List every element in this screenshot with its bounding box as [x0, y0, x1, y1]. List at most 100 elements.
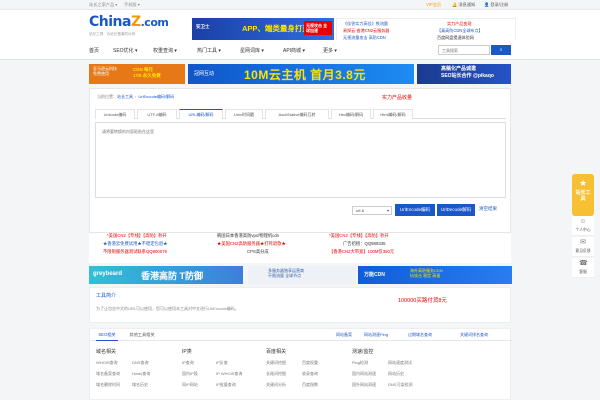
col-item[interactable]: 关键词挖掘	[266, 360, 286, 366]
header-link-1[interactable]: 《佳答实力高佳》铁流量	[343, 21, 388, 27]
login-link[interactable]: 👤 登录/注册	[484, 2, 508, 8]
header-link-3[interactable]: 易探云·香港CN2云服务器	[343, 28, 389, 34]
col-item[interactable]: IP WHOIS查询	[216, 371, 242, 377]
col-item[interactable]: 同IP网站	[182, 382, 198, 388]
toolbox-badge[interactable]: ★ 站长工具	[572, 174, 594, 216]
vip-link[interactable]: VIP会员	[426, 2, 441, 8]
col-item[interactable]: 域名删除时间	[96, 382, 120, 388]
col-item[interactable]: 国内网站测速	[352, 371, 376, 377]
tab-url[interactable]: URL编码/解码	[179, 109, 223, 119]
header-ad[interactable]: 安卫士 APP、端类量身打造 无视攻击 全球加速	[192, 18, 334, 41]
col-item[interactable]: 域名历史	[132, 382, 148, 388]
float-service[interactable]: ☎ 客服	[572, 258, 594, 278]
ad-link-2[interactable]: 韩国日本香港高防vps/物理机cdn	[217, 233, 279, 239]
banner-server-text: 多服务器独享运营商 不限流量 全球节点	[268, 268, 304, 278]
messages-link[interactable]: 🔔 消息通知	[452, 2, 475, 8]
intro-ad[interactable]: 100000买路付货8元	[398, 296, 447, 304]
banner-aws-line2: 免费使用	[93, 71, 109, 76]
mobile-menu[interactable]: 手机版 ▾	[124, 2, 140, 8]
banner-seo-line1: 高稿化产品诚邀	[441, 66, 477, 72]
ad-link-9[interactable]: 【香港CN2大带宽】100M仅350元	[329, 249, 394, 255]
col-item[interactable]: 关键词分析	[266, 382, 286, 388]
breadcrumb: 当前位置：站长工具 › UrlEncode编码/解码	[97, 94, 175, 99]
nav-wordbank[interactable]: 星网词库 ▾	[240, 47, 264, 54]
col-item[interactable]: IP反查	[216, 360, 228, 366]
nav-weight[interactable]: 权重查询 ▾	[153, 47, 177, 54]
nav-seo[interactable]: SEO优化 ▾	[113, 47, 137, 54]
tab-unix[interactable]: Unix时间戳	[225, 109, 263, 119]
input-textarea[interactable]	[96, 123, 505, 197]
search-icon: ⌕	[499, 47, 503, 53]
tab-hex[interactable]: Hex编码/解码	[331, 109, 371, 119]
promo-link[interactable]: 实力产品收量	[382, 94, 412, 101]
ad-link-8[interactable]: CPS高分成	[247, 249, 269, 255]
col-item[interactable]: 百度权重	[302, 360, 318, 366]
tab-ascii[interactable]: Ascii/Native编码互转	[265, 109, 329, 119]
nav-more[interactable]: 更多 ▾	[323, 47, 337, 54]
messages-label: 消息通知	[458, 2, 476, 7]
float-user-center[interactable]: ☺ 个人中心	[572, 216, 594, 236]
col-item[interactable]: 长尾词挖掘	[266, 371, 286, 377]
related-tools: SEO相关 其他工具相关 网站备案 网站测速Ping 过期域名查询 关键词排名查…	[89, 328, 512, 400]
link-expired[interactable]: 过期域名查询	[408, 332, 432, 338]
col-item[interactable]: 收录查询	[302, 371, 318, 377]
float-service-label: 客服	[579, 270, 587, 274]
search-button[interactable]: ⌕	[491, 45, 511, 55]
charset-select[interactable]: utf-8 ▾	[352, 206, 392, 215]
products-menu[interactable]: 站长之家产品 ▾	[89, 2, 117, 8]
banner-server[interactable]: 多服务器独享运营商 不限流量 全球节点	[248, 266, 356, 284]
ad-link-5[interactable]: ★美国CN2高防服务器★打死退款★	[217, 241, 286, 247]
ad-link-6[interactable]: 广告招租：QQ989335	[343, 241, 386, 247]
col-item[interactable]: 百度指数	[302, 382, 318, 388]
banner-cloud-host[interactable]: 冠网互动 10M云主机 首月3.8元	[188, 64, 414, 84]
banner-aws-offer1: CDN 每月	[133, 67, 153, 72]
ad-link-4[interactable]: ★香港云免费试用★不稳定包退★	[103, 241, 167, 247]
banner-cdn[interactable]: 万能CDN 海外高防服务CDN 抗攻击 稳定 高速	[358, 266, 512, 284]
tab-other-related[interactable]: 其他工具相关	[124, 329, 160, 341]
ad-link-1[interactable]: *美国CN2【专线】【高防】秒开	[107, 233, 167, 239]
ad-link-3[interactable]: *美国CN2【专线】【高防】秒开	[329, 233, 389, 239]
col-item[interactable]: 国内IP段	[182, 371, 198, 377]
float-feedback[interactable]: ✉ 意见反馈	[572, 237, 594, 257]
link-beian[interactable]: 网站备案	[336, 332, 352, 338]
col-title-speed: 测速/监控	[352, 349, 374, 355]
col-item[interactable]: IP查询	[182, 360, 194, 366]
tab-unicode[interactable]: Unicode编码	[95, 109, 135, 119]
col-item[interactable]: 网站速度测试	[388, 360, 412, 366]
toolbox-badge-label: 站长工具	[575, 190, 591, 202]
col-item[interactable]: 网站历史	[388, 371, 404, 377]
encode-button[interactable]: UrlEncode编码	[395, 204, 435, 216]
decode-button[interactable]: UrlDecode解码	[437, 204, 475, 216]
col-item[interactable]: Ping检测	[352, 360, 368, 366]
banner-greybeard[interactable]: greybeard 香港高防 T防御	[89, 266, 243, 284]
col-item[interactable]: 域名备案查询	[96, 371, 120, 377]
col-item[interactable]: DNS污染检测	[388, 382, 412, 388]
nav-api[interactable]: API商城 ▾	[283, 47, 305, 54]
nav-hot-tools[interactable]: 热门工具 ▾	[197, 47, 221, 54]
nav-home[interactable]: 首页	[89, 47, 99, 54]
link-ping[interactable]: 网站测速Ping	[364, 332, 388, 338]
col-item[interactable]: WHOIS查询	[96, 360, 118, 366]
col-item[interactable]: 国外网站测速	[352, 382, 376, 388]
clear-button[interactable]: 清空结果	[479, 206, 497, 212]
header-link-4[interactable]: 【真高防CDN全球布点】	[437, 28, 483, 34]
tool-search-input[interactable]	[439, 46, 479, 54]
col-item[interactable]: Hosts查询	[132, 371, 150, 377]
link-rank[interactable]: 关键词排名查询	[460, 332, 488, 338]
site-logo[interactable]: ChinaZ.com	[89, 14, 169, 30]
breadcrumb-tools[interactable]: 站长工具	[117, 94, 133, 99]
header-link-2[interactable]: 实力产品变现	[447, 21, 472, 27]
banner-aws[interactable]: 亚马逊云科技 免费使用 CDN 每月 1TB 永久免费	[89, 64, 185, 84]
breadcrumb-current[interactable]: UrlEncode编码/解码	[138, 94, 174, 99]
ad-link-7[interactable]: 不限制服务器测试联系QQ800076	[103, 249, 167, 255]
col-title-domain: 域名相关	[96, 349, 117, 355]
col-item[interactable]: DNS查询	[132, 360, 148, 366]
banner-seo[interactable]: 高稿化产品诚邀 SEO站长合作 @pikaqo	[417, 64, 511, 84]
col-item[interactable]: IP批量查询	[216, 382, 236, 388]
tab-seo-related[interactable]: SEO相关	[96, 329, 118, 341]
tab-utf8[interactable]: UTF-8编码	[137, 109, 177, 119]
float-user-center-label: 个人中心	[575, 228, 591, 232]
float-feedback-label: 意见反馈	[575, 249, 591, 253]
tab-html[interactable]: Html编码/解码	[373, 109, 413, 119]
charset-value: utf-8	[356, 208, 365, 213]
